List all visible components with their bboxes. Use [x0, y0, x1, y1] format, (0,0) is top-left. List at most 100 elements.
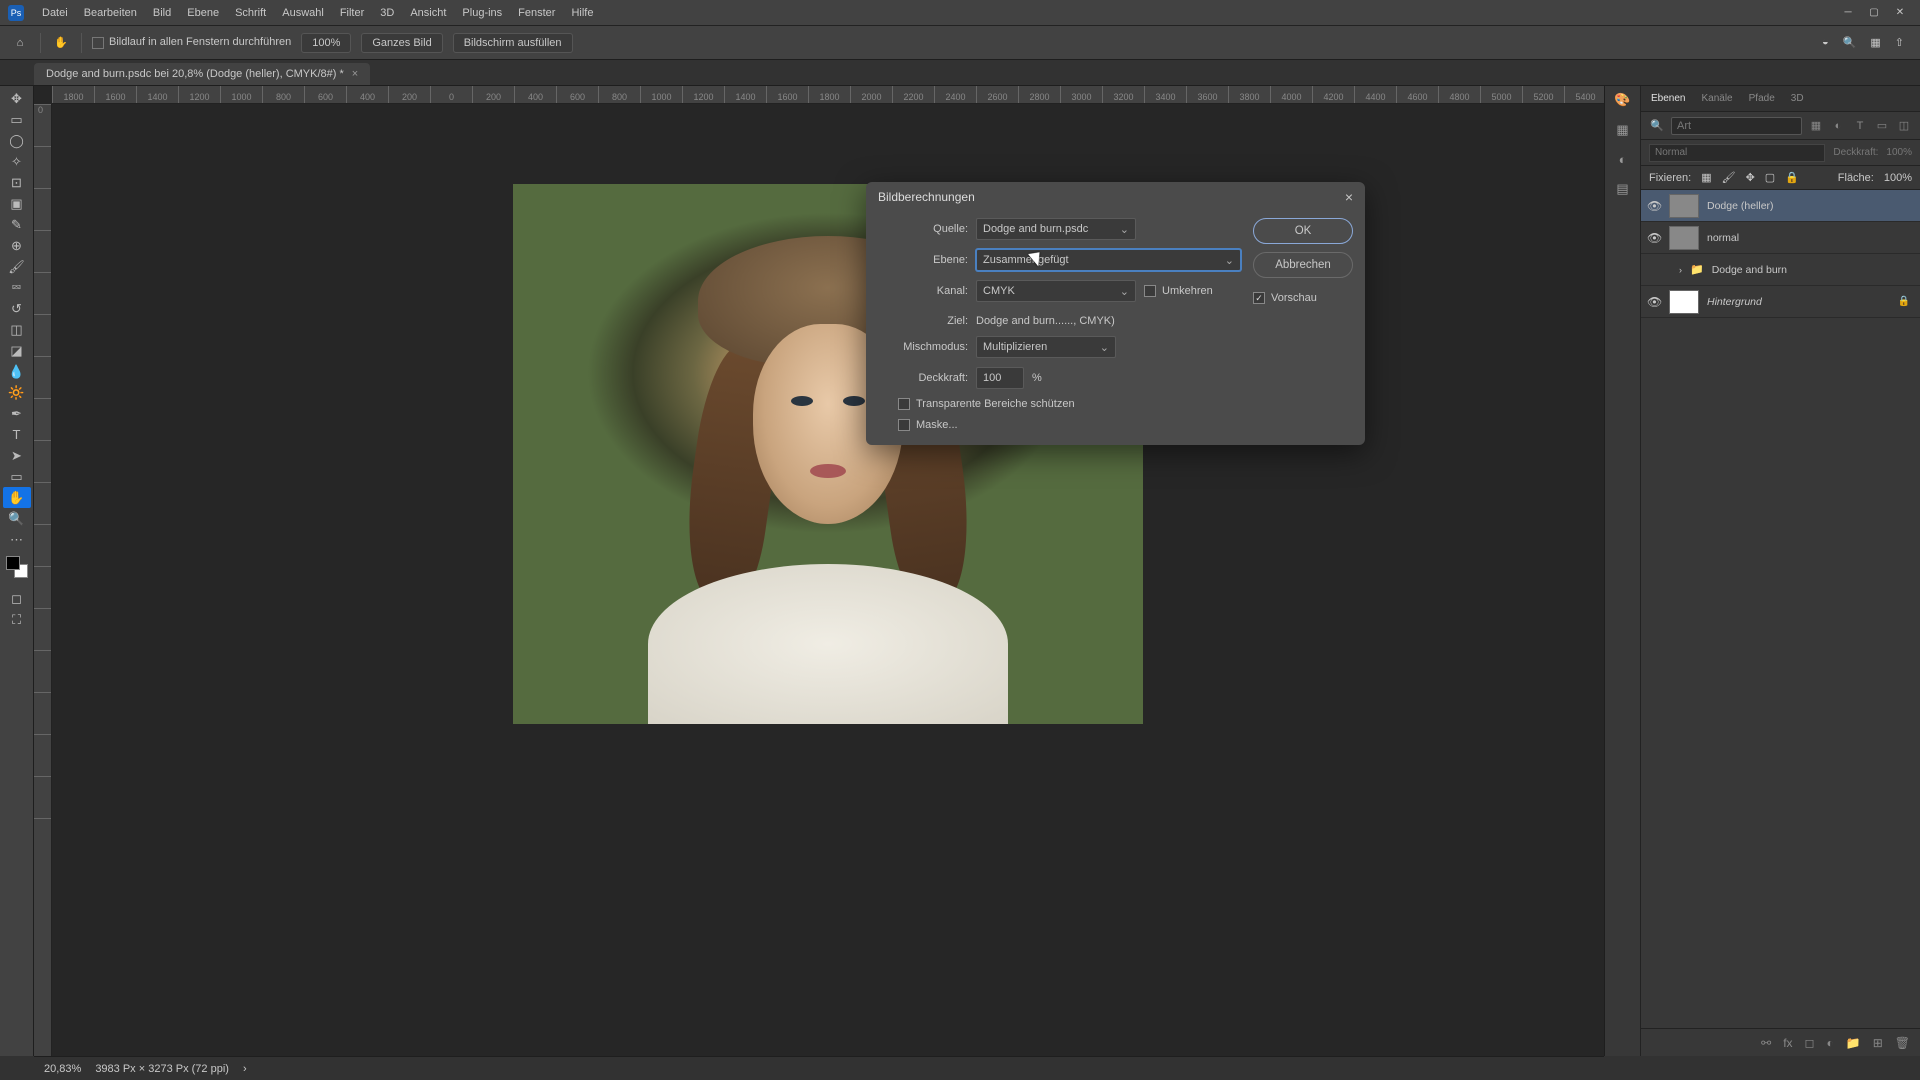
wand-tool-icon[interactable]: ✧	[3, 151, 31, 172]
share-icon[interactable]: ⇧	[1895, 36, 1904, 49]
fit-screen-button[interactable]: Ganzes Bild	[361, 33, 442, 53]
zoom-100-button[interactable]: 100%	[301, 33, 351, 53]
new-layer-icon[interactable]: ⊞	[1873, 1036, 1883, 1050]
quickmask-icon[interactable]: ◻	[3, 588, 31, 609]
hand-tool-icon[interactable]: ✋	[3, 487, 31, 508]
workspace-icon[interactable]: ▦	[1870, 36, 1880, 49]
blend-mode-select[interactable]: Normal	[1649, 144, 1825, 162]
color-panel-icon[interactable]: 🎨	[1614, 92, 1630, 108]
brush-tool-icon[interactable]: 🖌	[3, 256, 31, 277]
stamp-tool-icon[interactable]: ⮹	[3, 277, 31, 298]
lock-move-icon[interactable]: ✥	[1746, 171, 1755, 184]
filter-adjust-icon[interactable]: ◐	[1830, 118, 1846, 134]
mask-icon[interactable]: ◻	[1805, 1036, 1815, 1050]
trash-icon[interactable]: 🗑	[1895, 1036, 1910, 1050]
window-close-icon[interactable]: ✕	[1894, 7, 1906, 19]
doc-info[interactable]: 3983 Px × 3273 Px (72 ppi)	[95, 1063, 229, 1075]
move-tool-icon[interactable]: ✥	[3, 88, 31, 109]
filter-smart-icon[interactable]: ◫	[1896, 118, 1912, 134]
swatches-panel-icon[interactable]: ▦	[1616, 122, 1628, 138]
blend-select[interactable]: Multiplizieren	[976, 336, 1116, 358]
dialog-close-icon[interactable]: ×	[1345, 189, 1353, 205]
fill-screen-button[interactable]: Bildschirm ausfüllen	[453, 33, 573, 53]
gradient-tool-icon[interactable]: ◪	[3, 340, 31, 361]
opacity-input[interactable]: 100	[976, 367, 1024, 389]
color-swatch[interactable]	[6, 556, 28, 578]
cloud-icon[interactable]: ◒	[1822, 36, 1829, 49]
history-brush-icon[interactable]: ↺	[3, 298, 31, 319]
tab-ebenen[interactable]: Ebenen	[1651, 93, 1685, 104]
layer-row[interactable]: 👁 Dodge (heller)	[1641, 190, 1920, 222]
path-select-icon[interactable]: ➤	[3, 445, 31, 466]
window-maximize-icon[interactable]: ▢	[1868, 7, 1880, 19]
crop-tool-icon[interactable]: ⊡	[3, 172, 31, 193]
menu-hilfe[interactable]: Hilfe	[563, 3, 601, 23]
filter-search-icon[interactable]: 🔍	[1649, 118, 1665, 134]
filter-pixel-icon[interactable]: ▦	[1808, 118, 1824, 134]
lock-artboard-icon[interactable]: ▢	[1765, 171, 1775, 184]
menu-plugins[interactable]: Plug-ins	[454, 3, 510, 23]
menu-bearbeiten[interactable]: Bearbeiten	[76, 3, 145, 23]
tab-3d[interactable]: 3D	[1791, 93, 1804, 104]
layer-row[interactable]: › 📁 Dodge and burn	[1641, 254, 1920, 286]
visibility-icon[interactable]: 👁	[1647, 199, 1661, 213]
search-icon[interactable]: 🔍	[1843, 36, 1857, 49]
edit-toolbar-icon[interactable]: ⋯	[3, 529, 31, 550]
chevron-right-icon[interactable]: ›	[243, 1063, 247, 1075]
filter-type-icon[interactable]: T	[1852, 118, 1868, 134]
zoom-tool-icon[interactable]: 🔍	[3, 508, 31, 529]
tab-close-icon[interactable]: ×	[352, 68, 358, 80]
shape-tool-icon[interactable]: ▭	[3, 466, 31, 487]
blur-tool-icon[interactable]: 💧	[3, 361, 31, 382]
source-select[interactable]: Dodge and burn.psdc	[976, 218, 1136, 240]
mask-checkbox[interactable]	[898, 419, 910, 431]
menu-ansicht[interactable]: Ansicht	[402, 3, 454, 23]
tab-pfade[interactable]: Pfade	[1749, 93, 1775, 104]
lock-brush-icon[interactable]: 🖌	[1722, 171, 1736, 184]
heal-tool-icon[interactable]: ⊕	[3, 235, 31, 256]
group-icon[interactable]: 📁	[1846, 1036, 1861, 1050]
menu-bild[interactable]: Bild	[145, 3, 179, 23]
menu-schrift[interactable]: Schrift	[227, 3, 274, 23]
dodge-tool-icon[interactable]: 🔆	[3, 382, 31, 403]
adjust-panel-icon[interactable]: ◐	[1619, 152, 1627, 167]
screenmode-icon[interactable]: ⛶	[3, 609, 31, 630]
window-minimize-icon[interactable]: ─	[1842, 7, 1854, 19]
chevron-right-icon[interactable]: ›	[1679, 265, 1682, 275]
type-tool-icon[interactable]: T	[3, 424, 31, 445]
visibility-icon[interactable]: 👁	[1647, 295, 1661, 309]
pen-tool-icon[interactable]: ✒	[3, 403, 31, 424]
menu-fenster[interactable]: Fenster	[510, 3, 563, 23]
menu-3d[interactable]: 3D	[372, 3, 402, 23]
lock-pixels-icon[interactable]: ▦	[1701, 171, 1711, 184]
layer-row[interactable]: 👁 Hintergrund 🔒	[1641, 286, 1920, 318]
libraries-panel-icon[interactable]: ▤	[1616, 181, 1628, 197]
hand-tool-icon[interactable]: ✋	[51, 33, 71, 53]
home-icon[interactable]: ⌂	[10, 33, 30, 53]
fill-value[interactable]: 100%	[1884, 172, 1912, 184]
fx-icon[interactable]: fx	[1783, 1036, 1792, 1050]
scroll-all-checkbox[interactable]: Bildlauf in allen Fenstern durchführen	[92, 36, 291, 48]
eraser-tool-icon[interactable]: ◫	[3, 319, 31, 340]
marquee-tool-icon[interactable]: ▭	[3, 109, 31, 130]
layer-row[interactable]: 👁 normal	[1641, 222, 1920, 254]
layer-select[interactable]: Zusammengefügt	[976, 249, 1241, 271]
preview-checkbox[interactable]	[1253, 292, 1265, 304]
menu-ebene[interactable]: Ebene	[179, 3, 227, 23]
invert-checkbox[interactable]: Umkehren	[1144, 285, 1213, 297]
lock-all-icon[interactable]: 🔒	[1785, 171, 1799, 184]
adjustment-icon[interactable]: ◐	[1827, 1036, 1834, 1050]
frame-tool-icon[interactable]: ▣	[3, 193, 31, 214]
cancel-button[interactable]: Abbrechen	[1253, 252, 1353, 278]
visibility-icon[interactable]: 👁	[1647, 231, 1661, 245]
preserve-transparency-checkbox[interactable]	[898, 398, 910, 410]
document-tab[interactable]: Dodge and burn.psdc bei 20,8% (Dodge (he…	[34, 63, 370, 85]
menu-datei[interactable]: Datei	[34, 3, 76, 23]
eyedropper-tool-icon[interactable]: ✎	[3, 214, 31, 235]
zoom-level[interactable]: 20,83%	[44, 1063, 81, 1075]
link-layers-icon[interactable]: ⚯	[1761, 1036, 1771, 1050]
opacity-value[interactable]: 100%	[1886, 147, 1912, 158]
ok-button[interactable]: OK	[1253, 218, 1353, 244]
tab-kanaele[interactable]: Kanäle	[1701, 93, 1732, 104]
channel-select[interactable]: CMYK	[976, 280, 1136, 302]
